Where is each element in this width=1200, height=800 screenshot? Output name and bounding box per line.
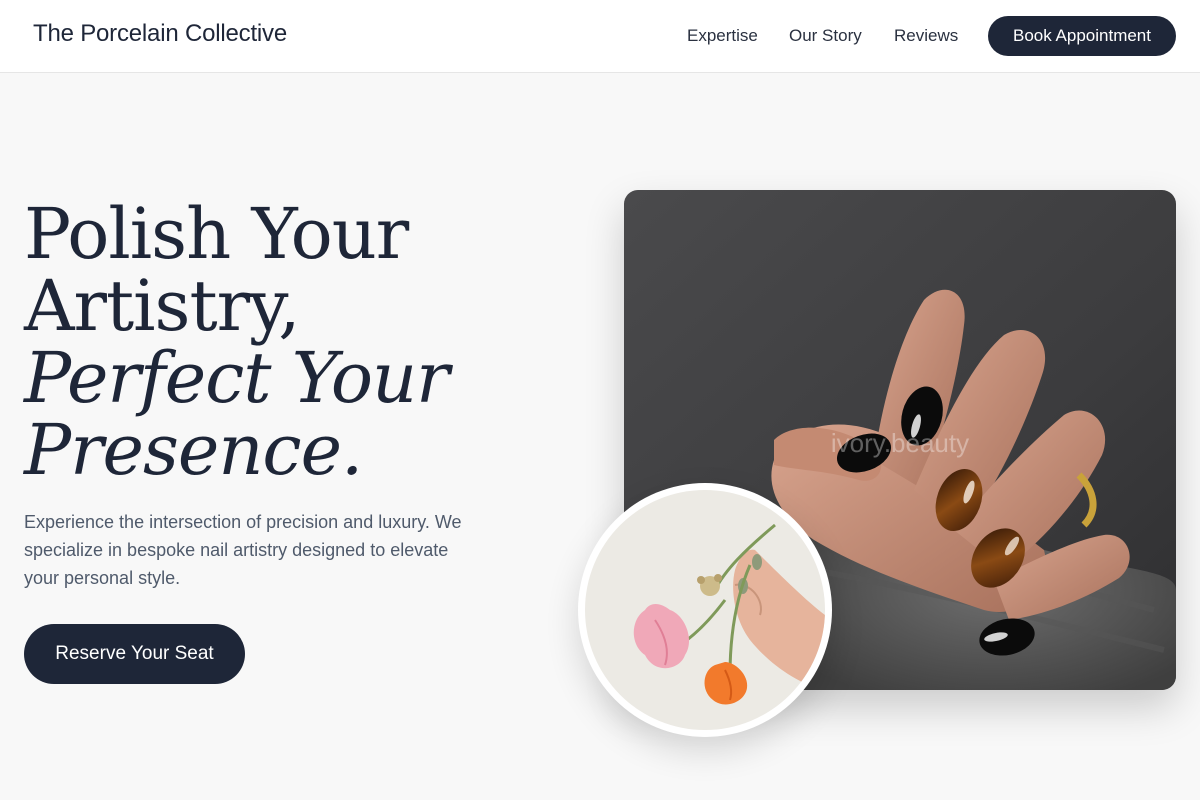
flower-photo [578,483,832,737]
navbar: The Porcelain Collective Expertise Our S… [0,0,1200,73]
hero-title-line: Presence. [24,409,363,491]
nav-link-our-story[interactable]: Our Story [789,26,862,46]
watermark: ivory.beauty [831,428,969,458]
book-appointment-button[interactable]: Book Appointment [988,16,1176,56]
hero-title-line: Perfect Your [24,337,450,419]
nav-link-expertise[interactable]: Expertise [687,26,758,46]
hero-description: Experience the intersection of precision… [24,512,462,588]
reserve-seat-button[interactable]: Reserve Your Seat [24,624,245,684]
nav-link-reviews[interactable]: Reviews [894,26,958,46]
hero-title: Polish Your Artistry, Perfect Your Prese… [24,198,584,486]
hero-title-line: Artistry, [24,265,301,347]
brand-logo[interactable]: The Porcelain Collective [33,20,287,48]
hero-title-line: Polish Your [24,193,409,275]
